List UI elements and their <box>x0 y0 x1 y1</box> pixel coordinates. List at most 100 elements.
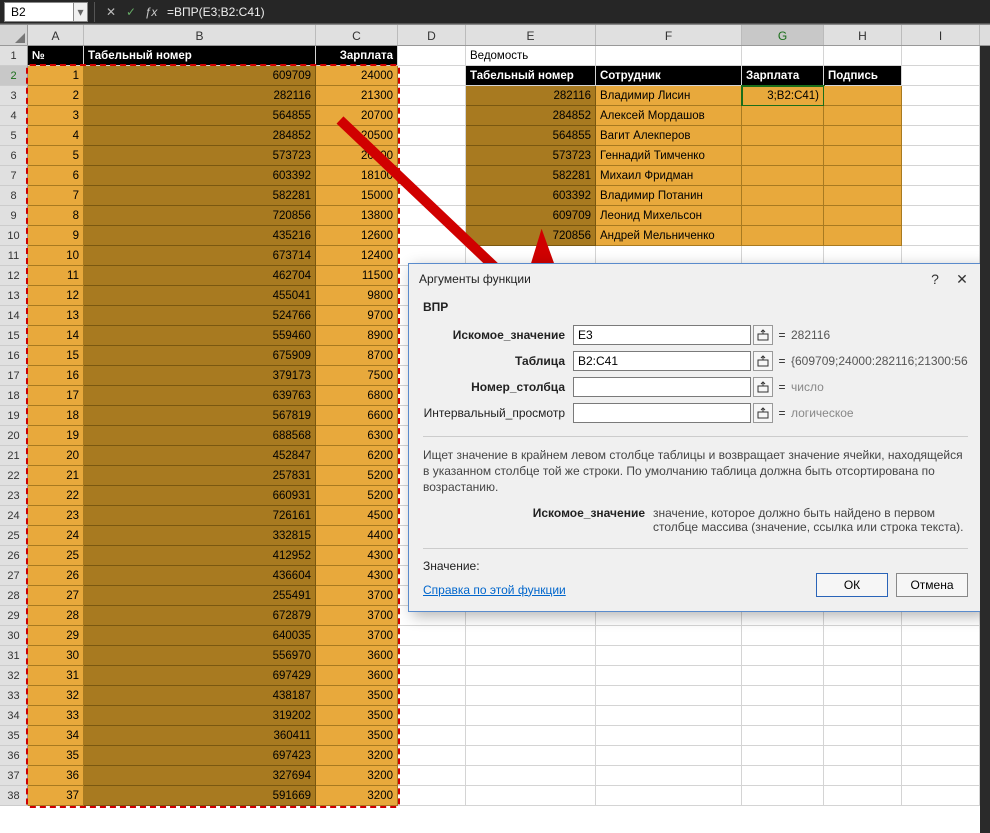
cell-C31[interactable]: 3600 <box>316 646 398 666</box>
cell-B1[interactable]: Табельный номер <box>84 46 316 66</box>
cell-C6[interactable]: 20100 <box>316 146 398 166</box>
cell-B28[interactable]: 255491 <box>84 586 316 606</box>
collapse-dialog-icon[interactable] <box>753 351 773 371</box>
cell-E33[interactable] <box>466 686 596 706</box>
cell-A11[interactable]: 10 <box>28 246 84 266</box>
cell-A7[interactable]: 6 <box>28 166 84 186</box>
row-header[interactable]: 33 <box>0 686 28 706</box>
cell-E10[interactable]: 720856 <box>466 226 596 246</box>
row-header[interactable]: 11 <box>0 246 28 266</box>
cell-H37[interactable] <box>824 766 902 786</box>
cell-B3[interactable]: 282116 <box>84 86 316 106</box>
cell-B24[interactable]: 726161 <box>84 506 316 526</box>
cell-A10[interactable]: 9 <box>28 226 84 246</box>
cell-A14[interactable]: 13 <box>28 306 84 326</box>
cell-C13[interactable]: 9800 <box>316 286 398 306</box>
row-header[interactable]: 27 <box>0 566 28 586</box>
row-header[interactable]: 20 <box>0 426 28 446</box>
cell-F38[interactable] <box>596 786 742 806</box>
cell-B6[interactable]: 573723 <box>84 146 316 166</box>
row-header[interactable]: 4 <box>0 106 28 126</box>
cell-H3[interactable] <box>824 86 902 106</box>
row-header[interactable]: 21 <box>0 446 28 466</box>
cell-D35[interactable] <box>398 726 466 746</box>
row-header[interactable]: 34 <box>0 706 28 726</box>
cell-H2[interactable]: Подпись <box>824 66 902 86</box>
cell-G38[interactable] <box>742 786 824 806</box>
row-header[interactable]: 36 <box>0 746 28 766</box>
cell-B21[interactable]: 452847 <box>84 446 316 466</box>
cell-G31[interactable] <box>742 646 824 666</box>
cell-A35[interactable]: 34 <box>28 726 84 746</box>
cell-F7[interactable]: Михаил Фридман <box>596 166 742 186</box>
cell-A17[interactable]: 16 <box>28 366 84 386</box>
cell-H32[interactable] <box>824 666 902 686</box>
cell-I8[interactable] <box>902 186 980 206</box>
cell-B25[interactable]: 332815 <box>84 526 316 546</box>
cell-A1[interactable]: № <box>28 46 84 66</box>
cell-B7[interactable]: 603392 <box>84 166 316 186</box>
row-header[interactable]: 24 <box>0 506 28 526</box>
row-header[interactable]: 17 <box>0 366 28 386</box>
cell-A31[interactable]: 30 <box>28 646 84 666</box>
row-header[interactable]: 19 <box>0 406 28 426</box>
row-header[interactable]: 13 <box>0 286 28 306</box>
cell-B30[interactable]: 640035 <box>84 626 316 646</box>
cell-B27[interactable]: 436604 <box>84 566 316 586</box>
row-header[interactable]: 29 <box>0 606 28 626</box>
cell-F9[interactable]: Леонид Михельсон <box>596 206 742 226</box>
row-header[interactable]: 12 <box>0 266 28 286</box>
cell-A3[interactable]: 2 <box>28 86 84 106</box>
cell-G10[interactable] <box>742 226 824 246</box>
cell-E4[interactable]: 284852 <box>466 106 596 126</box>
cell-A23[interactable]: 22 <box>28 486 84 506</box>
cell-C24[interactable]: 4500 <box>316 506 398 526</box>
cell-F37[interactable] <box>596 766 742 786</box>
cell-F35[interactable] <box>596 726 742 746</box>
cell-B22[interactable]: 257831 <box>84 466 316 486</box>
cell-E8[interactable]: 603392 <box>466 186 596 206</box>
cell-E35[interactable] <box>466 726 596 746</box>
cell-E9[interactable]: 609709 <box>466 206 596 226</box>
cell-H35[interactable] <box>824 726 902 746</box>
cell-A34[interactable]: 33 <box>28 706 84 726</box>
cell-G6[interactable] <box>742 146 824 166</box>
cell-B23[interactable]: 660931 <box>84 486 316 506</box>
cell-C35[interactable]: 3500 <box>316 726 398 746</box>
cell-I38[interactable] <box>902 786 980 806</box>
row-header[interactable]: 38 <box>0 786 28 806</box>
cell-A36[interactable]: 35 <box>28 746 84 766</box>
cell-A8[interactable]: 7 <box>28 186 84 206</box>
ok-button[interactable]: ОК <box>816 573 888 597</box>
cell-B2[interactable]: 609709 <box>84 66 316 86</box>
cell-G7[interactable] <box>742 166 824 186</box>
confirm-formula-icon[interactable]: ✓ <box>121 5 141 19</box>
cell-D34[interactable] <box>398 706 466 726</box>
cell-I4[interactable] <box>902 106 980 126</box>
cell-E31[interactable] <box>466 646 596 666</box>
cell-D10[interactable] <box>398 226 466 246</box>
cell-B14[interactable]: 524766 <box>84 306 316 326</box>
cell-D8[interactable] <box>398 186 466 206</box>
cell-C38[interactable]: 3200 <box>316 786 398 806</box>
cell-B4[interactable]: 564855 <box>84 106 316 126</box>
cell-B29[interactable]: 672879 <box>84 606 316 626</box>
cell-C8[interactable]: 15000 <box>316 186 398 206</box>
cell-B18[interactable]: 639763 <box>84 386 316 406</box>
row-header[interactable]: 18 <box>0 386 28 406</box>
cell-D33[interactable] <box>398 686 466 706</box>
row-header[interactable]: 16 <box>0 346 28 366</box>
cell-B33[interactable]: 438187 <box>84 686 316 706</box>
cell-D38[interactable] <box>398 786 466 806</box>
cell-I10[interactable] <box>902 226 980 246</box>
column-header-C[interactable]: C <box>316 25 398 45</box>
cell-D1[interactable] <box>398 46 466 66</box>
cell-B35[interactable]: 360411 <box>84 726 316 746</box>
cell-G33[interactable] <box>742 686 824 706</box>
cell-A2[interactable]: 1 <box>28 66 84 86</box>
cell-F5[interactable]: Вагит Алекперов <box>596 126 742 146</box>
cell-A21[interactable]: 20 <box>28 446 84 466</box>
cell-A22[interactable]: 21 <box>28 466 84 486</box>
row-header[interactable]: 5 <box>0 126 28 146</box>
cell-F34[interactable] <box>596 706 742 726</box>
